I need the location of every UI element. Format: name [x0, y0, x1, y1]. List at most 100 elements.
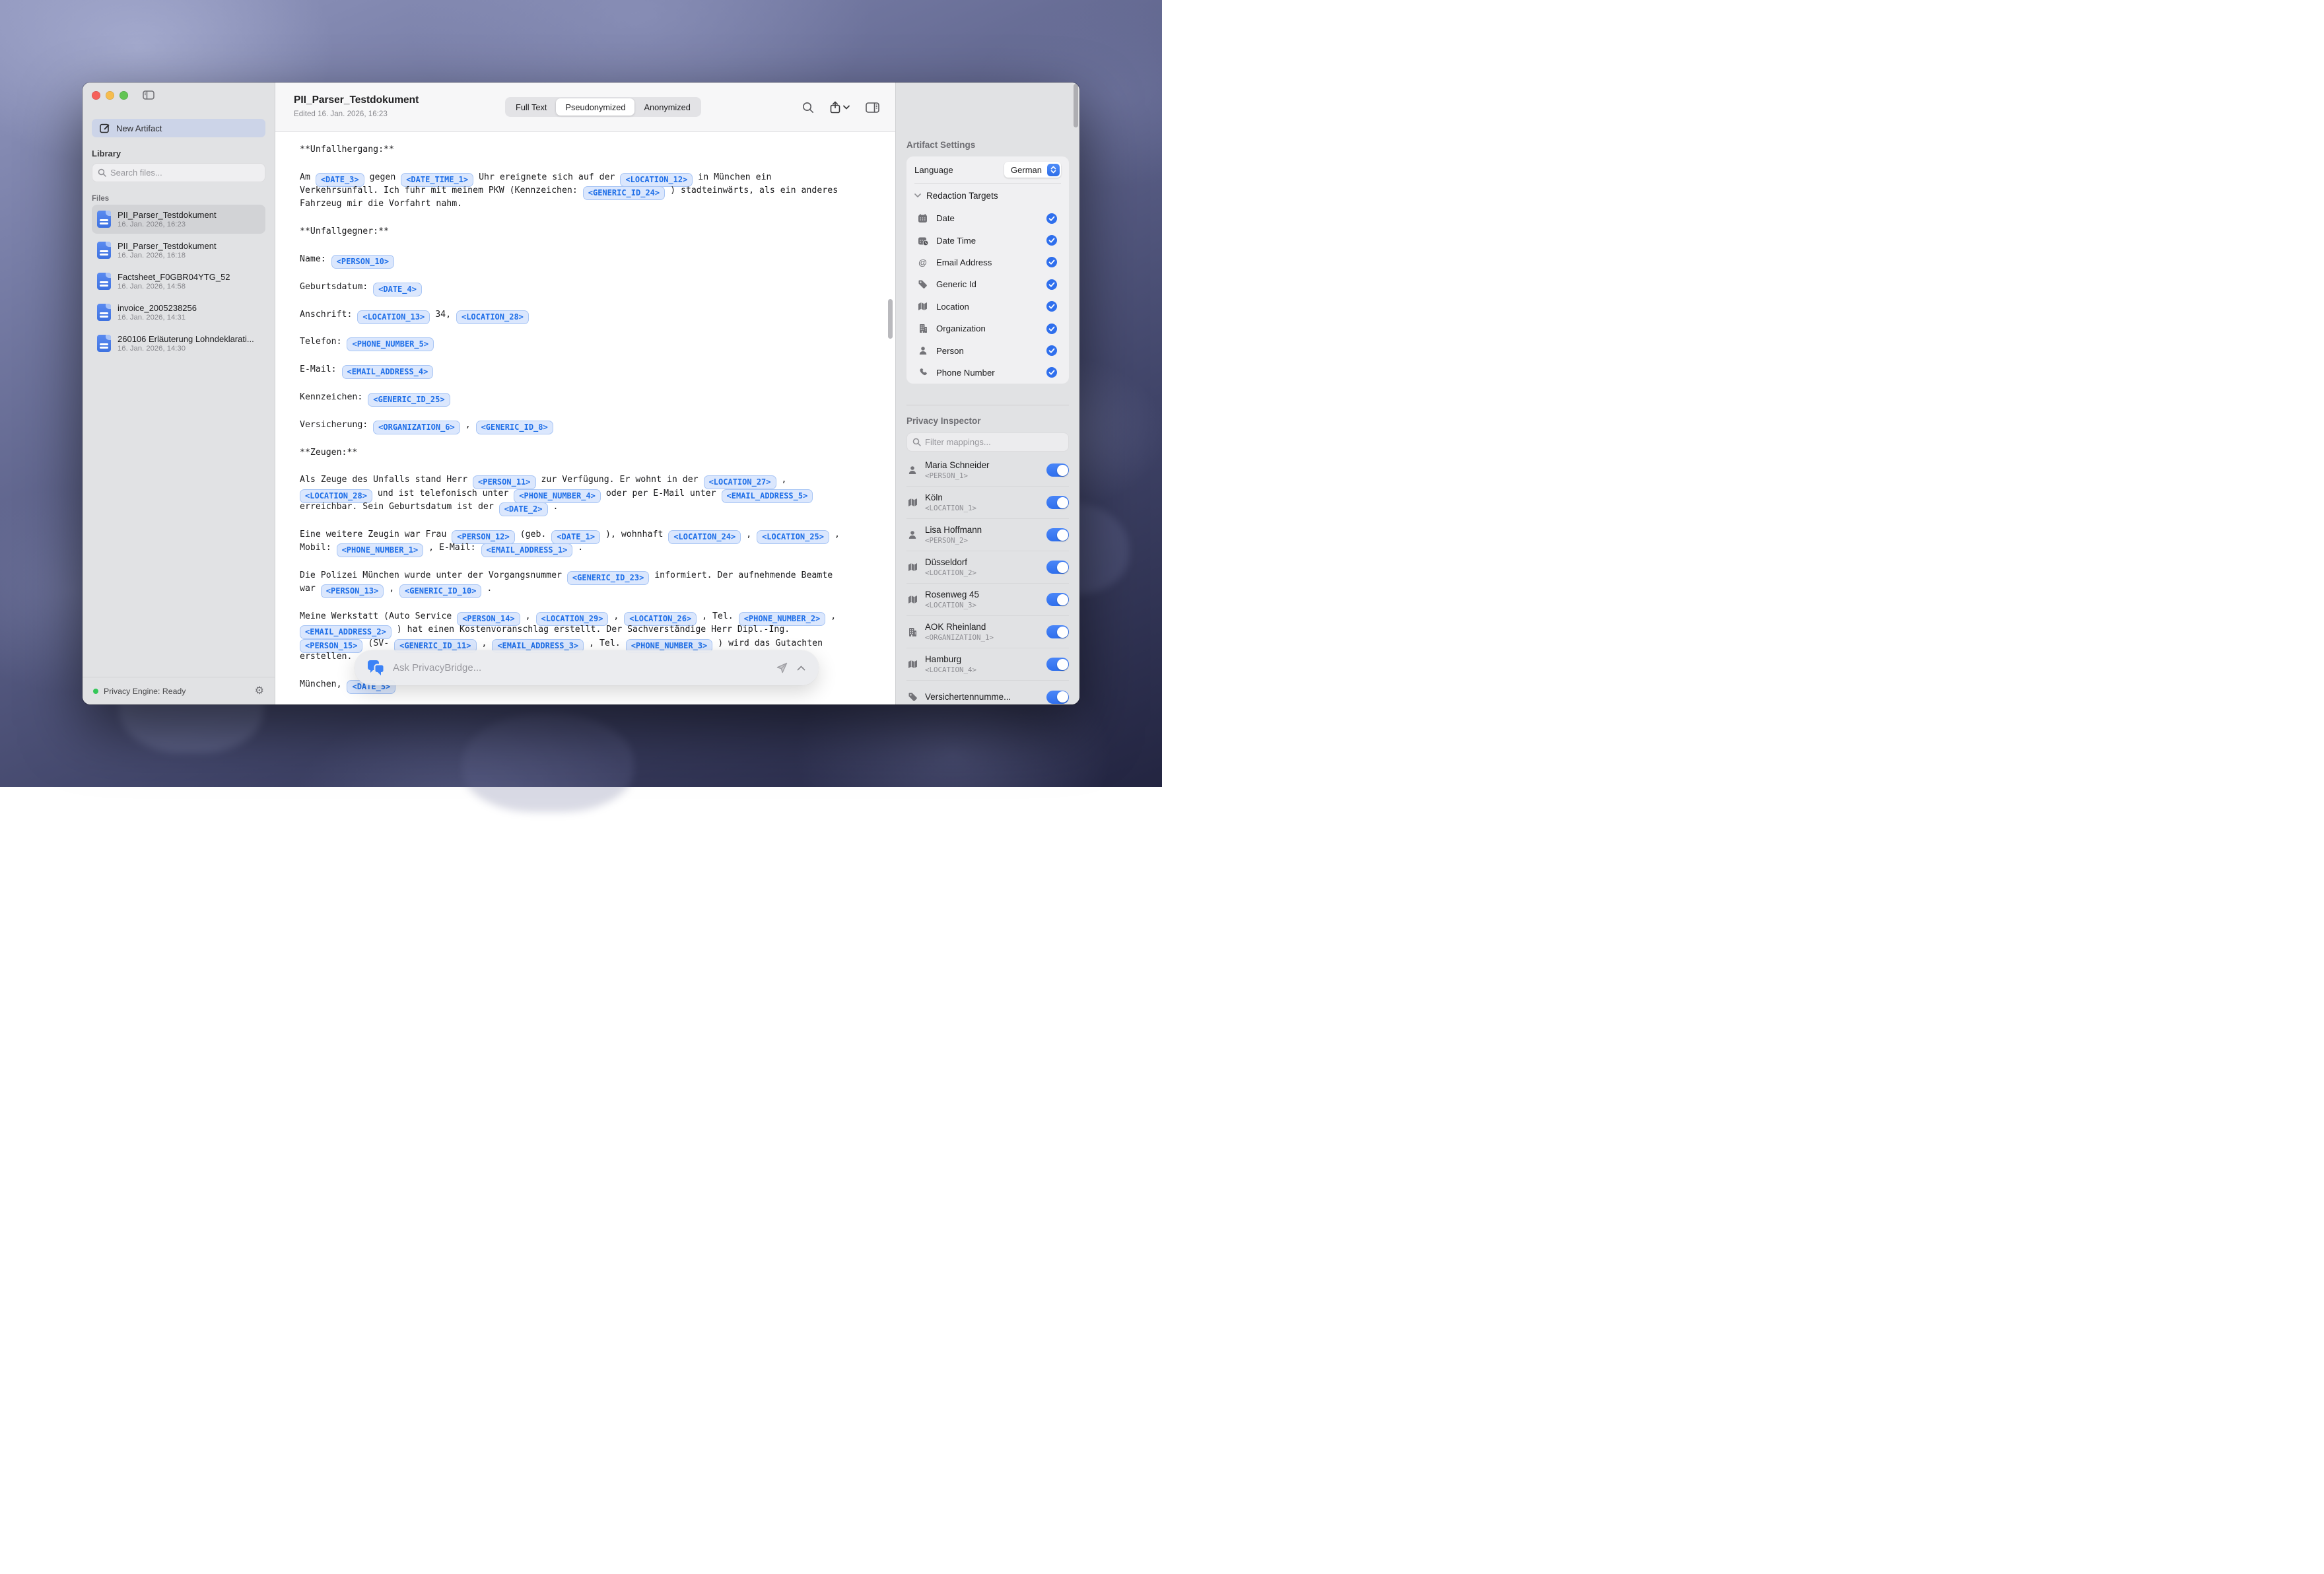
filter-input[interactable] — [925, 437, 1063, 447]
document-line: **Unfallgegner:** — [300, 225, 869, 238]
mapping-toggle[interactable] — [1046, 463, 1069, 477]
target-label: Date — [936, 213, 1039, 223]
tab-anonymized[interactable]: Anonymized — [634, 98, 699, 116]
mapping-toggle[interactable] — [1046, 658, 1069, 671]
mapping-toggle[interactable] — [1046, 496, 1069, 509]
status-text: Privacy Engine: Ready — [104, 687, 250, 696]
file-name: PII_Parser_Testdokument — [118, 241, 217, 251]
pii-tag-organization_6[interactable]: <ORGANIZATION_6> — [373, 421, 460, 434]
sidebar: New Artifact Library Files PII_Parser_Te… — [83, 83, 275, 704]
mapping-toggle[interactable] — [1046, 593, 1069, 606]
chat-bar[interactable] — [355, 650, 819, 685]
pii-tag-generic_id_24[interactable]: <GENERIC_ID_24> — [583, 186, 665, 200]
search-button[interactable] — [802, 102, 814, 114]
mapping-code: <LOCATION_3> — [925, 601, 1040, 609]
file-item[interactable]: 260106 Erläuterung Lohndeklarati...16. J… — [92, 329, 265, 358]
redaction-target-generic-id[interactable]: Generic Id — [914, 273, 1061, 295]
file-date: 16. Jan. 2026, 16:23 — [118, 221, 217, 228]
language-dropdown[interactable]: German — [1004, 162, 1061, 178]
close-button[interactable] — [92, 91, 100, 100]
sidebar-toggle-icon[interactable] — [143, 90, 154, 100]
document-view[interactable]: **Unfallhergang:**Am <DATE_3> gegen <DAT… — [275, 132, 895, 704]
pii-tag-email_address_5[interactable]: <EMAIL_ADDRESS_5> — [722, 489, 813, 503]
pii-tag-location_25[interactable]: <LOCATION_25> — [757, 530, 829, 544]
tab-full-text[interactable]: Full Text — [506, 98, 556, 116]
paragraph: **Unfallgegner:** — [300, 225, 869, 238]
redaction-target-organization[interactable]: Organization — [914, 318, 1061, 339]
document-line: E-Mail: <EMAIL_ADDRESS_4> — [300, 363, 869, 376]
mapping-toggle[interactable] — [1046, 691, 1069, 704]
document-line: Versicherung: <ORGANIZATION_6> , <GENERI… — [300, 419, 869, 432]
file-item[interactable]: Factsheet_F0GBR04YTG_5216. Jan. 2026, 14… — [92, 267, 265, 296]
search-input[interactable] — [110, 168, 259, 178]
pii-tag-phone_number_1[interactable]: <PHONE_NUMBER_1> — [337, 543, 424, 557]
target-label: Location — [936, 302, 1039, 312]
checkmark-icon[interactable] — [1046, 367, 1057, 378]
file-search-field[interactable] — [92, 163, 265, 182]
redaction-target-date[interactable]: Date — [914, 207, 1061, 229]
paragraph: Geburtsdatum: <DATE_4> — [300, 281, 869, 294]
redaction-target-date-time[interactable]: Date Time — [914, 229, 1061, 251]
checkmark-icon[interactable] — [1046, 213, 1057, 224]
pii-tag-generic_id_8[interactable]: <GENERIC_ID_8> — [476, 421, 553, 434]
pii-tag-generic_id_25[interactable]: <GENERIC_ID_25> — [368, 393, 450, 407]
checkmark-icon[interactable] — [1046, 257, 1057, 267]
pii-tag-date_4[interactable]: <DATE_4> — [373, 283, 422, 296]
paragraph: Anschrift: <LOCATION_13> 34, <LOCATION_2… — [300, 308, 869, 322]
chevron-up-icon[interactable] — [797, 666, 805, 671]
file-name: Factsheet_F0GBR04YTG_52 — [118, 272, 230, 282]
inspector-toggle-button[interactable] — [866, 102, 879, 113]
mapping-row: AOK Rheinland<ORGANIZATION_1> — [906, 616, 1069, 648]
redaction-target-email-address[interactable]: @Email Address — [914, 252, 1061, 273]
share-button[interactable] — [830, 101, 850, 114]
mapping-toggle[interactable] — [1046, 625, 1069, 638]
pii-tag-person_10[interactable]: <PERSON_10> — [331, 255, 394, 269]
gear-icon[interactable]: ⚙︎ — [255, 686, 264, 697]
redaction-target-location[interactable]: Location — [914, 296, 1061, 318]
checkmark-icon[interactable] — [1046, 301, 1057, 312]
mapping-row: Rosenweg 45<LOCATION_3> — [906, 584, 1069, 616]
pii-tag-date_2[interactable]: <DATE_2> — [499, 502, 548, 516]
checkmark-icon[interactable] — [1046, 345, 1057, 356]
mapping-toggle[interactable] — [1046, 528, 1069, 541]
mapping-toggle[interactable] — [1046, 561, 1069, 574]
zoom-button[interactable] — [120, 91, 128, 100]
paragraph: Telefon: <PHONE_NUMBER_5> — [300, 335, 869, 349]
file-item[interactable]: PII_Parser_Testdokument16. Jan. 2026, 16… — [92, 236, 265, 265]
redaction-target-person[interactable]: Person — [914, 339, 1061, 361]
mapping-row: Lisa Hoffmann<PERSON_2> — [906, 519, 1069, 551]
pii-tag-person_13[interactable]: <PERSON_13> — [321, 584, 384, 598]
file-date: 16. Jan. 2026, 14:30 — [118, 345, 254, 353]
document-icon — [97, 273, 111, 290]
pii-tag-generic_id_10[interactable]: <GENERIC_ID_10> — [399, 584, 481, 598]
pii-tag-location_28[interactable]: <LOCATION_28> — [456, 310, 529, 324]
target-label: Email Address — [936, 257, 1039, 267]
chat-input[interactable] — [393, 662, 769, 673]
new-artifact-button[interactable]: New Artifact — [92, 119, 265, 137]
pii-tag-phone_number_5[interactable]: <PHONE_NUMBER_5> — [347, 337, 434, 351]
paragraph: Versicherung: <ORGANIZATION_6> , <GENERI… — [300, 419, 869, 432]
redaction-targets-header[interactable]: Redaction Targets — [914, 184, 1061, 207]
pii-tag-generic_id_23[interactable]: <GENERIC_ID_23> — [567, 571, 649, 585]
pii-tag-location_24[interactable]: <LOCATION_24> — [668, 530, 741, 544]
document-scrollbar[interactable] — [888, 299, 893, 339]
map-icon — [906, 563, 918, 572]
files-heading: Files — [92, 195, 265, 203]
document-icon — [97, 211, 111, 228]
mapping-code: <LOCATION_1> — [925, 504, 1040, 512]
minimize-button[interactable] — [106, 91, 114, 100]
pii-tag-location_13[interactable]: <LOCATION_13> — [357, 310, 430, 324]
send-icon[interactable] — [776, 662, 788, 673]
mapping-row: Düsseldorf<LOCATION_2> — [906, 551, 1069, 584]
panel-scrollbar[interactable] — [1074, 84, 1078, 127]
pii-tag-email_address_1[interactable]: <EMAIL_ADDRESS_1> — [481, 543, 573, 557]
file-item[interactable]: invoice_200523825616. Jan. 2026, 14:31 — [92, 298, 265, 327]
checkmark-icon[interactable] — [1046, 324, 1057, 334]
pii-tag-email_address_4[interactable]: <EMAIL_ADDRESS_4> — [342, 365, 434, 379]
tab-pseudonymized[interactable]: Pseudonymized — [556, 98, 634, 116]
checkmark-icon[interactable] — [1046, 279, 1057, 290]
filter-mappings-field[interactable] — [906, 432, 1069, 452]
redaction-target-phone-number[interactable]: Phone Number — [914, 362, 1061, 384]
file-item[interactable]: PII_Parser_Testdokument16. Jan. 2026, 16… — [92, 205, 265, 234]
checkmark-icon[interactable] — [1046, 235, 1057, 246]
